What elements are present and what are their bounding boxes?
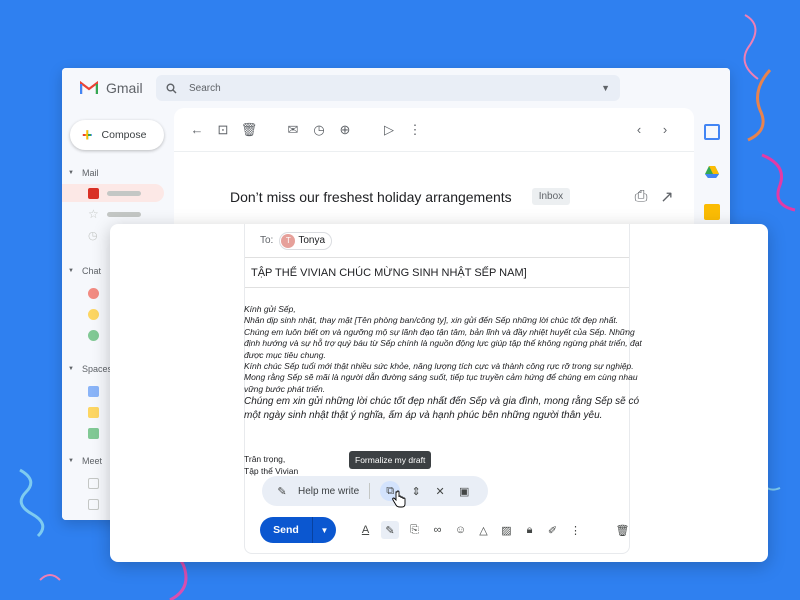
plus-icon: + xyxy=(82,125,93,145)
compose-footer: Send ▼ A ✎ ⎘ ∞ ☺ △ ▨ 🔒︎ ✐ ⋮ 🗑︎ xyxy=(260,516,630,544)
compose-button[interactable]: + Compose xyxy=(70,120,164,150)
compose-card: To: T Tonya TẬP THỂ VIVIAN CHÚC MỪNG SIN… xyxy=(110,224,768,562)
signature-block: Trân trọng, Tập thể Vivian xyxy=(244,454,298,477)
attach-icon[interactable]: ⎘ xyxy=(407,523,422,538)
space-icon xyxy=(88,385,99,397)
hand-cursor-icon xyxy=(392,490,406,508)
send-button-group: Send ▼ xyxy=(260,517,336,543)
inbox-label-chip[interactable]: Inbox xyxy=(531,188,571,205)
drive-icon[interactable] xyxy=(704,164,720,180)
elaborate-icon[interactable]: ⇕ xyxy=(408,483,424,499)
sidebar-item-starred[interactable]: ☆ xyxy=(62,205,164,223)
section-label: Meet xyxy=(81,456,102,466)
body-paragraph: Chúng em luôn biết ơn và ngưỡng mộ sự lã… xyxy=(244,326,642,360)
mark-unread-icon[interactable]: ✉︎ xyxy=(286,122,300,137)
section-chat[interactable]: ▼ Chat xyxy=(68,266,101,276)
schedule-send-icon[interactable]: ▼ xyxy=(312,517,336,543)
section-mail[interactable]: ▼ Mail xyxy=(68,168,98,178)
archive-icon[interactable]: ⊡ xyxy=(216,122,230,137)
collapse-icon: ▼ xyxy=(68,366,74,372)
avatar: T xyxy=(281,233,296,248)
subject-field[interactable]: TẬP THỂ VIVIAN CHÚC MỪNG SINH NHẬT SẾP N… xyxy=(245,258,629,288)
section-label: Chat xyxy=(81,266,101,276)
photo-icon[interactable]: ▨ xyxy=(499,523,514,538)
tooltip: Formalize my draft xyxy=(349,451,432,469)
pen-sparkle-icon: ✎ xyxy=(277,485,287,498)
collapse-icon: ▼ xyxy=(68,458,74,464)
calendar-icon xyxy=(88,498,99,510)
app-name: Gmail xyxy=(106,80,143,96)
gmail-logo[interactable]: Gmail xyxy=(80,80,143,96)
inbox-icon xyxy=(88,187,99,199)
compose-label: Compose xyxy=(101,129,147,141)
avatar xyxy=(88,329,99,341)
section-spaces[interactable]: ▼ Spaces xyxy=(68,364,112,374)
section-meet[interactable]: ▼ Meet xyxy=(68,456,102,466)
open-new-window-icon[interactable]: ↗ xyxy=(660,189,674,206)
email-subject-row: Don’t miss our freshest holiday arrangem… xyxy=(230,188,674,206)
search-options-icon[interactable]: ▼ xyxy=(601,83,610,93)
to-field[interactable]: To: T Tonya xyxy=(245,224,629,258)
keep-icon[interactable] xyxy=(704,204,720,220)
video-icon xyxy=(88,477,99,489)
space-icon xyxy=(88,406,99,418)
shorten-icon[interactable]: ✕ xyxy=(432,483,448,499)
snooze-icon[interactable]: ◷ xyxy=(312,122,326,137)
help-me-write-icon[interactable]: ✎ xyxy=(381,521,399,539)
collapse-icon: ▼ xyxy=(68,170,74,176)
search-bar[interactable]: Search ▼ xyxy=(156,75,620,101)
link-icon[interactable]: ∞ xyxy=(430,523,445,538)
discard-icon[interactable]: 🗑︎ xyxy=(615,523,630,538)
message-body[interactable]: Kính gửi Sếp, Nhân dịp sinh nhật, thay m… xyxy=(244,304,650,422)
lock-icon[interactable]: 🔒︎ xyxy=(522,523,537,538)
divider xyxy=(369,483,371,499)
emoji-icon[interactable]: ☺ xyxy=(453,523,468,538)
nav-placeholder xyxy=(106,211,141,217)
gmail-m-icon xyxy=(80,81,98,94)
section-label: Mail xyxy=(81,168,99,178)
formatting-icon[interactable]: A xyxy=(358,523,373,538)
body-paragraph: Nhân dịp sinh nhật, thay mặt [Tên phòng … xyxy=(244,315,619,326)
search-input[interactable]: Search xyxy=(189,83,601,94)
next-icon[interactable]: › xyxy=(658,122,672,137)
message-toolbar: ← ⊡ 🗑︎ ✉︎ ◷ ⊕ ▷ ⋮ ‹ › xyxy=(174,108,694,152)
print-icon[interactable]: ⎙ xyxy=(634,188,648,205)
star-icon: ☆ xyxy=(88,207,99,221)
section-label: Spaces xyxy=(81,364,112,374)
gmail-header: Gmail Search ▼ xyxy=(62,68,730,108)
nav-placeholder xyxy=(107,190,141,196)
label-icon[interactable]: ▷ xyxy=(382,122,396,137)
recipient-chip[interactable]: T Tonya xyxy=(279,231,333,250)
calendar-icon[interactable] xyxy=(704,124,720,140)
avatar xyxy=(88,308,99,320)
body-paragraph: Kính gửi Sếp, xyxy=(244,304,296,314)
clock-icon: ◷ xyxy=(88,229,98,242)
email-subject: Don’t miss our freshest holiday arrangem… xyxy=(230,188,512,205)
send-button[interactable]: Send xyxy=(260,517,312,543)
delete-icon[interactable]: 🗑︎ xyxy=(241,122,258,137)
prev-icon[interactable]: ‹ xyxy=(632,122,646,137)
collapse-icon: ▼ xyxy=(68,268,74,274)
body-paragraph: Chúng em xin gửi những lời chúc tốt đẹp … xyxy=(244,396,640,421)
refine-icon[interactable]: ▣ xyxy=(456,483,472,499)
to-label: To: xyxy=(260,235,274,246)
subject-input[interactable]: TẬP THỂ VIVIAN CHÚC MỪNG SINH NHẬT SẾP N… xyxy=(251,267,527,279)
space-icon xyxy=(88,427,99,439)
drive-icon[interactable]: △ xyxy=(476,523,491,538)
help-me-write-button[interactable]: Help me write xyxy=(298,486,359,497)
closing-text: Trân trọng, xyxy=(244,454,286,464)
help-me-write-bar: ✎ Help me write ⧉ ⇕ ✕ ▣ xyxy=(262,476,488,506)
body-paragraph: Kính chúc Sếp tuổi mới thật nhiều sức kh… xyxy=(244,361,638,394)
back-arrow-icon[interactable]: ← xyxy=(190,122,204,137)
search-icon xyxy=(166,83,177,93)
more-vert-icon[interactable]: ⋮ xyxy=(568,523,583,538)
more-vert-icon[interactable]: ⋮ xyxy=(408,122,422,137)
avatar xyxy=(88,287,99,299)
recipient-name: Tonya xyxy=(298,235,326,246)
sidebar-item-inbox[interactable] xyxy=(62,184,164,202)
add-task-icon[interactable]: ⊕ xyxy=(338,122,352,137)
signature-icon[interactable]: ✐ xyxy=(545,523,560,538)
